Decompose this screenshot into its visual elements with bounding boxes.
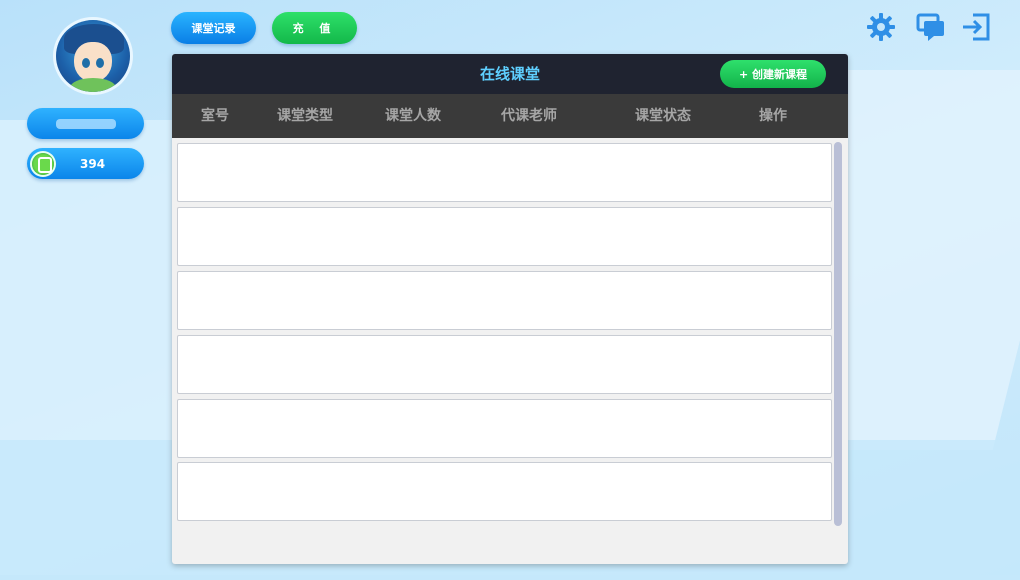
table-header: 室号 课堂类型 课堂人数 代课老师 课堂状态 操作 bbox=[172, 94, 848, 138]
list-item[interactable] bbox=[177, 399, 832, 458]
online-classroom-panel: 在线课堂 + 创建新课程 室号 课堂类型 课堂人数 代课老师 课堂状态 操作 bbox=[172, 54, 848, 564]
list-scrollbar[interactable] bbox=[834, 142, 842, 526]
coin-icon bbox=[32, 152, 54, 175]
list-item[interactable] bbox=[177, 335, 832, 394]
coin-balance: 394 bbox=[27, 148, 144, 179]
avatar[interactable] bbox=[56, 20, 130, 92]
column-class-status: 课堂状态 bbox=[635, 108, 691, 124]
list-item[interactable] bbox=[177, 462, 832, 521]
username-redacted bbox=[55, 118, 116, 129]
avatar-eye bbox=[96, 58, 104, 68]
avatar-eye bbox=[82, 58, 90, 68]
column-substitute-teacher: 代课老师 bbox=[501, 108, 557, 124]
column-room-number: 室号 bbox=[201, 108, 229, 124]
class-record-button[interactable]: 课堂记录 bbox=[171, 12, 256, 44]
column-actions: 操作 bbox=[759, 108, 787, 124]
create-course-button[interactable]: + 创建新课程 bbox=[720, 60, 826, 88]
avatar-collar bbox=[70, 78, 116, 92]
column-class-type: 课堂类型 bbox=[277, 108, 333, 124]
list-item[interactable] bbox=[177, 207, 832, 266]
gear-icon[interactable] bbox=[866, 12, 896, 42]
column-class-size: 课堂人数 bbox=[385, 108, 441, 124]
list-item[interactable] bbox=[177, 143, 832, 202]
coin-amount: 394 bbox=[80, 156, 106, 171]
exit-icon[interactable] bbox=[961, 12, 991, 42]
list-item[interactable] bbox=[177, 271, 832, 330]
recharge-button[interactable]: 充 值 bbox=[272, 12, 357, 44]
chat-icon[interactable] bbox=[916, 12, 946, 42]
username-badge bbox=[27, 108, 144, 139]
class-list bbox=[177, 142, 832, 527]
avatar-face bbox=[74, 42, 112, 82]
